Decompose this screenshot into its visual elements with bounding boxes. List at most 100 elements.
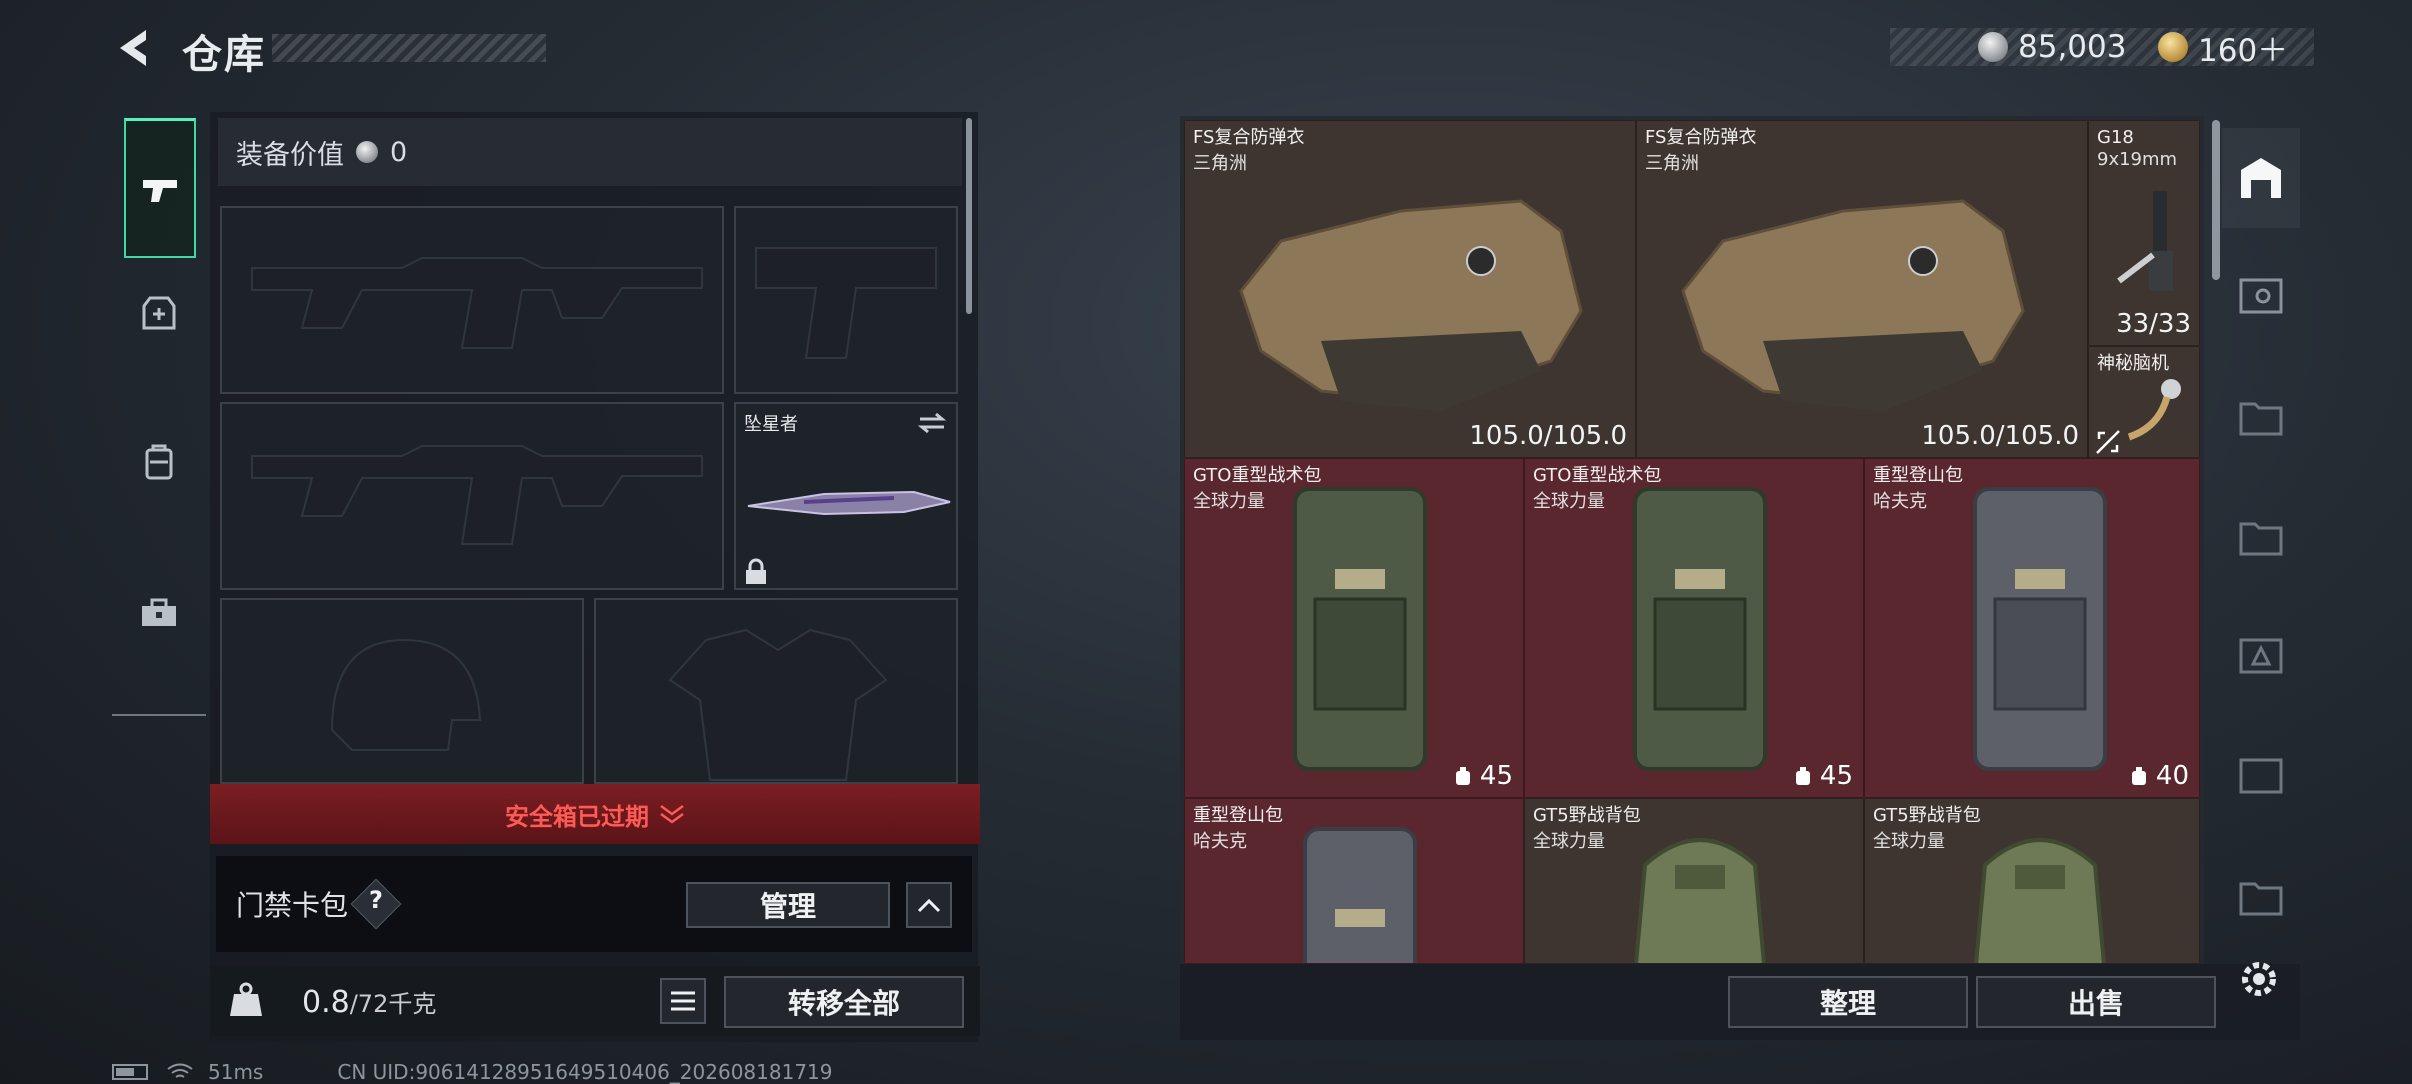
rail-tab-weapons[interactable] <box>124 118 196 258</box>
item-name: GT5野战背包 <box>1533 805 1641 826</box>
rifle-silhouette-icon <box>251 445 703 545</box>
tab-storage-5[interactable] <box>2222 606 2300 706</box>
tab-storage-3[interactable] <box>2222 366 2300 466</box>
item-name: FS复合防弹衣 <box>1645 127 1757 148</box>
knife-icon <box>747 490 951 516</box>
weight-kg-icon <box>230 982 262 1016</box>
backpack-icon <box>1973 487 2107 771</box>
capacity-value: 45 <box>1819 761 1853 791</box>
card-pack-label: 门禁卡包 <box>236 889 349 922</box>
tab-storage-7[interactable] <box>2222 846 2300 946</box>
wifi-icon <box>167 1063 193 1078</box>
item-durability: 105.0/105.0 <box>1469 421 1627 451</box>
silver-currency: 85,003 <box>1978 28 2126 66</box>
pistol-silhouette-icon <box>755 247 937 359</box>
storage-item[interactable]: GT5野战背包 全球力量 <box>1864 798 2200 964</box>
gold-amount: 160＋ <box>2198 32 2289 69</box>
expand-up-button[interactable] <box>906 882 952 928</box>
storage-item[interactable]: 重型登山包 哈夫克 <box>1184 798 1524 964</box>
item-name: G18 <box>2097 127 2134 148</box>
helmet-slot[interactable] <box>220 598 584 784</box>
storage-item[interactable]: GTO重型战术包 全球力量 45 <box>1524 458 1864 798</box>
weight-bar: 0.8/72千克 转移全部 <box>210 966 980 1036</box>
storage-item[interactable]: GTO重型战术包 全球力量 45 <box>1184 458 1524 798</box>
tab-storage-home[interactable] <box>2222 128 2300 228</box>
backpack-capacity-icon <box>1795 767 1810 785</box>
tab-storage-6[interactable] <box>2222 726 2300 826</box>
rail-tab-armor[interactable] <box>112 248 206 378</box>
warning-box-icon <box>2239 638 2283 674</box>
item-durability: 105.0/105.0 <box>1921 421 2079 451</box>
field-backpack-icon <box>1974 838 2106 963</box>
item-name: GT5野战背包 <box>1873 805 1981 826</box>
item-name: 重型登山包 <box>1193 805 1283 826</box>
tagged-box-icon <box>2239 278 2283 314</box>
secondary-weapon-slot[interactable] <box>220 402 724 590</box>
armor-slot[interactable] <box>594 598 958 784</box>
manage-button[interactable]: 管理 <box>686 882 890 928</box>
melee-name: 坠星者 <box>744 414 798 435</box>
battery-icon <box>112 1064 148 1080</box>
page-title: 仓库 <box>182 32 266 78</box>
capacity-badge: 40 <box>2128 761 2189 791</box>
unfit-icon <box>2096 430 2120 454</box>
silver-coin-icon <box>356 141 378 163</box>
backpack-icon <box>1303 827 1417 963</box>
category-rail <box>112 108 206 716</box>
rail-tab-backpack[interactable] <box>112 398 206 528</box>
user-uid: CN UID:9061412895164951040​6_20260818171… <box>337 1060 833 1084</box>
list-icon <box>671 991 695 1011</box>
sort-button[interactable]: 整理 <box>1728 976 1968 1028</box>
armor-icon <box>142 296 176 330</box>
access-card-pack: 门禁卡包 ? 管理 <box>216 856 972 952</box>
vest-silhouette-icon <box>668 628 888 781</box>
storage-item[interactable]: G18 9x19mm 33/33 <box>2088 120 2200 346</box>
sell-button[interactable]: 出售 <box>1976 976 2216 1028</box>
storage-item[interactable]: FS复合防弹衣 三角洲 105.0/105.0 <box>1184 120 1636 458</box>
silver-amount: 85,003 <box>2018 29 2127 65</box>
backpack-icon <box>1633 487 1767 771</box>
item-name: FS复合防弹衣 <box>1193 127 1305 148</box>
storage-tabs-column <box>2222 116 2300 964</box>
list-view-button[interactable] <box>660 978 706 1024</box>
lock-icon <box>746 558 766 584</box>
field-backpack-icon <box>1634 838 1766 963</box>
item-sub: 全球力量 <box>1533 831 1605 852</box>
pistol-icon <box>2117 191 2173 291</box>
gold-currency[interactable]: 160＋ <box>2158 28 2288 69</box>
storage-item[interactable]: GT5野战背包 全球力量 <box>1524 798 1864 964</box>
capacity-badge: 45 <box>1452 761 1513 791</box>
settings-gear-icon[interactable] <box>2236 956 2282 1002</box>
item-sub: 全球力量 <box>1533 491 1605 512</box>
toolbox-icon <box>142 598 176 626</box>
safe-box-expired-banner[interactable]: 安全箱已过期 <box>210 784 980 844</box>
storage-item[interactable]: 重型登山包 哈夫克 40 <box>1864 458 2200 798</box>
tab-storage-4[interactable] <box>2222 486 2300 586</box>
item-sub: 哈夫克 <box>1873 491 1927 512</box>
weight-readout: 0.8/72千克 <box>302 984 436 1020</box>
silver-coin-icon <box>1978 32 2008 62</box>
weight-current: 0.8 <box>302 985 350 1020</box>
body-armor-icon <box>1681 199 2025 411</box>
help-icon[interactable]: ? <box>368 886 384 914</box>
brain-chip-icon <box>2127 379 2181 441</box>
rail-tab-toolbox[interactable] <box>112 548 206 678</box>
melee-slot[interactable]: 坠星者 <box>734 402 958 590</box>
folder-icon <box>2239 882 2283 916</box>
back-arrow-icon[interactable] <box>112 26 156 70</box>
transfer-all-button[interactable]: 转移全部 <box>724 976 964 1028</box>
tab-storage-2[interactable] <box>2222 246 2300 346</box>
swap-icon[interactable] <box>918 412 946 434</box>
equipment-value: 0 <box>390 136 408 168</box>
ammo-count: 33/33 <box>2116 309 2191 339</box>
storage-item[interactable]: 神秘脑机 <box>2088 346 2200 458</box>
storage-scrollbar[interactable] <box>2212 120 2220 280</box>
equipment-scrollbar[interactable] <box>966 118 972 314</box>
rifle-silhouette-icon <box>251 257 703 349</box>
backpack-capacity-icon <box>1455 767 1470 785</box>
ping-value: 51ms <box>208 1060 264 1084</box>
pistol-slot[interactable] <box>734 206 958 394</box>
storage-item[interactable]: FS复合防弹衣 三角洲 105.0/105.0 <box>1636 120 2088 458</box>
folder-icon <box>2239 522 2283 556</box>
primary-weapon-slot[interactable] <box>220 206 724 394</box>
